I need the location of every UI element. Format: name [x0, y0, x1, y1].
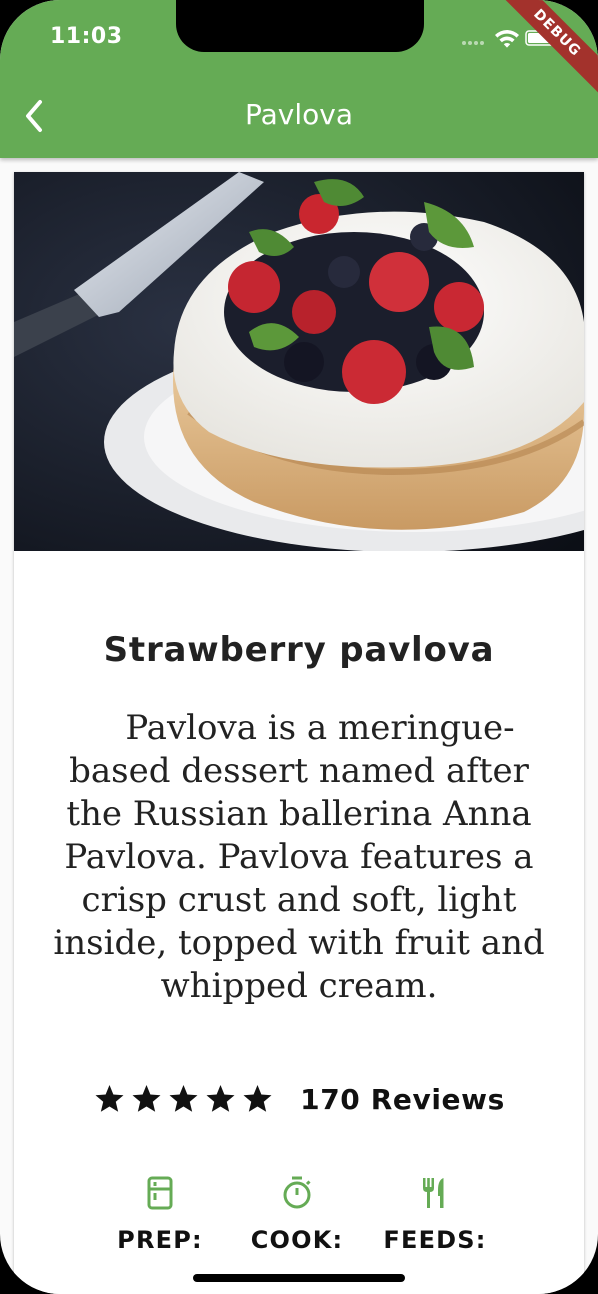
- recipe-name: Strawberry pavlova: [103, 630, 495, 670]
- debug-banner-wrap: DEBUG: [488, 0, 598, 110]
- feeds-info: FEEDS:: [365, 1176, 505, 1254]
- debug-banner: DEBUG: [494, 0, 598, 96]
- home-indicator[interactable]: [193, 1274, 405, 1282]
- status-time: 11:03: [50, 24, 123, 49]
- star-icon: [243, 1085, 272, 1112]
- camera-notch: [176, 0, 424, 52]
- phone-screen: 11:03 Pavlova DEBUG Strawberry pavlova P…: [0, 0, 598, 1294]
- star-icon: [169, 1085, 198, 1112]
- restaurant-icon: [423, 1178, 444, 1208]
- feeds-label: FEEDS:: [383, 1226, 487, 1254]
- prep-label: PREP:: [117, 1226, 203, 1254]
- app-bar: 11:03 Pavlova DEBUG: [0, 0, 598, 158]
- rating-stars: [93, 1083, 274, 1115]
- star-icon: [95, 1085, 124, 1112]
- prep-info: PREP:: [90, 1176, 230, 1254]
- recipe-description: Pavlova is a meringue-based dessert name…: [53, 708, 545, 1006]
- review-count: 170 Reviews: [300, 1082, 505, 1116]
- pavlova-image: [14, 172, 584, 551]
- timer-icon: [283, 1176, 311, 1209]
- star-icon: [132, 1085, 161, 1112]
- star-icon: [206, 1085, 235, 1112]
- cook-label: COOK:: [250, 1226, 344, 1254]
- cellular-signal-icon: [462, 41, 484, 45]
- rating-row: 170 Reviews: [14, 1079, 584, 1119]
- cook-info: COOK:: [227, 1176, 367, 1254]
- kitchen-icon: [147, 1176, 173, 1210]
- recipe-card: Strawberry pavlova Pavlova is a meringue…: [14, 172, 584, 1294]
